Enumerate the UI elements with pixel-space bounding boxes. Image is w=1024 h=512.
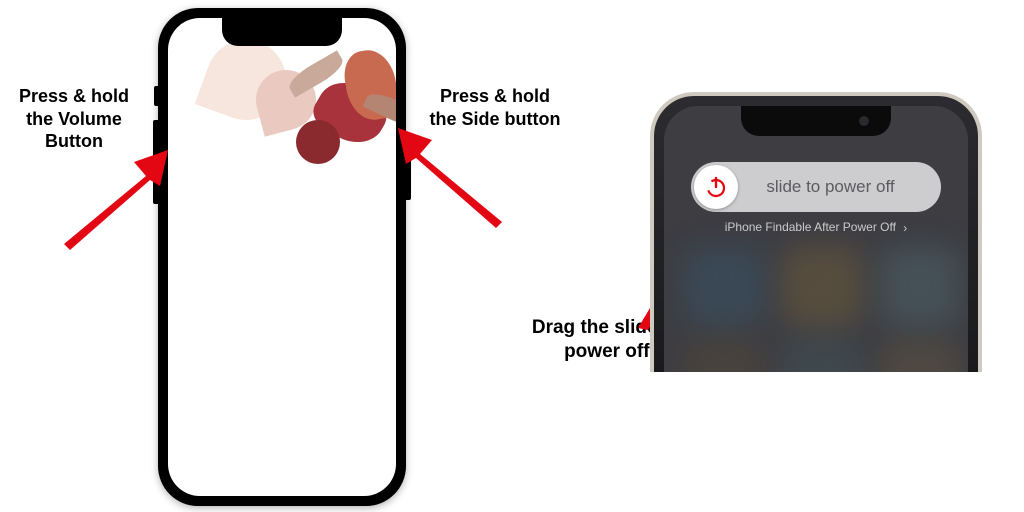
- notch: [222, 18, 342, 46]
- annotation-side: Press & hold the Side button: [425, 85, 565, 130]
- phone-mockup-right: slide to power off iPhone Findable After…: [650, 92, 982, 372]
- findable-text: iPhone Findable After Power Off: [725, 220, 896, 234]
- notch-right: [741, 106, 891, 136]
- annotation-volume: Press & hold the Volume Button: [4, 85, 144, 153]
- arrow-volume-icon: [58, 150, 168, 250]
- blurred-home-background: [664, 106, 968, 372]
- phone-screen: [168, 18, 396, 496]
- phone-screen-right: slide to power off iPhone Findable After…: [664, 106, 968, 372]
- slider-label: slide to power off: [738, 177, 941, 197]
- power-off-knob[interactable]: [694, 165, 738, 209]
- arrow-side-icon: [398, 128, 508, 228]
- chevron-right-icon: ›: [903, 221, 907, 235]
- phone-mockup-left: [158, 8, 406, 506]
- power-off-slider[interactable]: slide to power off: [691, 162, 941, 212]
- findable-link[interactable]: iPhone Findable After Power Off ›: [725, 220, 908, 234]
- power-icon: [704, 175, 728, 199]
